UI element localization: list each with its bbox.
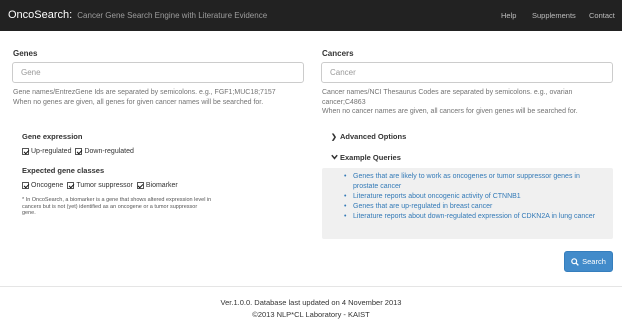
note-line: * In OncoSearch, a biomarker is a gene t… — [22, 197, 212, 203]
advanced-options-toggle[interactable]: ❯ Advanced Options — [331, 132, 406, 141]
search-button-label: Search — [582, 257, 606, 266]
checkbox-label: Up-regulated — [31, 148, 72, 155]
search-button[interactable]: Search — [564, 251, 613, 272]
brand[interactable]: OncoSearch: Cancer Gene Search Engine wi… — [8, 9, 267, 21]
checkbox-label: Tumor suppressor — [76, 182, 133, 189]
nav-supplements-link[interactable]: Supplements — [532, 11, 576, 20]
gene-expression-options: Up-regulated Down-regulated — [22, 148, 138, 155]
checkbox-label: Down-regulated — [84, 148, 134, 155]
footer-divider — [0, 286, 622, 287]
example-queries-label: Example Queries — [340, 153, 401, 162]
cancers-label: Cancers — [322, 49, 354, 58]
cancers-input[interactable] — [321, 62, 613, 83]
tumor-suppressor-checkbox[interactable] — [67, 182, 75, 189]
example-queries-toggle[interactable]: Example Queries — [331, 153, 401, 162]
genes-help: Gene names/EntrezGene Ids are separated … — [13, 88, 308, 107]
query-text: Genes that are likely to work as oncogen… — [353, 173, 580, 180]
footer-version: Ver.1.0.0. Database last updated on 4 No… — [220, 298, 402, 307]
cancers-help-line: cancer;C4863 — [322, 98, 366, 106]
brand-name: OncoSearch: — [8, 9, 73, 21]
top-navbar: OncoSearch: Cancer Gene Search Engine wi… — [0, 0, 622, 31]
example-queries-list: Genes that are likely to work as oncogen… — [340, 172, 600, 222]
checkbox-label: Biomarker — [145, 182, 178, 189]
example-query-link[interactable]: Genes that are likely to work as oncogen… — [340, 172, 600, 192]
footer-copyright: ©2013 NLP*CL Laboratory - KAIST — [252, 310, 370, 319]
genes-help-line: Gene names/EntrezGene Ids are separated … — [13, 89, 276, 96]
chevron-down-icon — [331, 154, 340, 162]
note-line: gene. — [22, 210, 36, 216]
gene-expression-title: Gene expression — [22, 132, 83, 141]
advanced-options-label: Advanced Options — [340, 132, 407, 141]
checkbox-label: Oncogene — [31, 182, 64, 189]
search-icon — [571, 257, 579, 266]
down-regulated-checkbox[interactable] — [75, 148, 83, 155]
biomarker-note: * In OncoSearch, a biomarker is a gene t… — [22, 197, 237, 217]
biomarker-checkbox[interactable] — [136, 182, 144, 189]
query-text: prostate cancer — [353, 183, 402, 190]
nav-contact-link[interactable]: Contact — [589, 11, 615, 20]
cancers-help-line: When no cancer names are given, all canc… — [322, 108, 578, 115]
example-query-link[interactable]: Literature reports about down-regulated … — [340, 212, 600, 222]
genes-input[interactable] — [12, 62, 304, 83]
gene-classes-title: Expected gene classes — [22, 166, 105, 175]
up-regulated-checkbox[interactable] — [22, 148, 29, 155]
cancers-help-line: Cancer names/NCI Thesaurus Codes are sep… — [322, 89, 573, 96]
brand-tagline: Cancer Gene Search Engine with Literatur… — [77, 11, 268, 20]
cancers-help: Cancer names/NCI Thesaurus Codes are sep… — [322, 88, 617, 117]
genes-label: Genes — [13, 49, 38, 58]
oncogene-checkbox[interactable] — [22, 182, 29, 189]
genes-help-line: When no genes are given, all genes for g… — [13, 98, 264, 106]
nav-help-link[interactable]: Help — [501, 11, 516, 20]
example-query-link[interactable]: Genes that are up-regulated in breast ca… — [340, 202, 600, 212]
chevron-right-icon: ❯ — [331, 134, 337, 141]
example-query-link[interactable]: Literature reports about oncogenic activ… — [340, 192, 600, 202]
gene-classes-options: Oncogene Tumor suppressor Biomarker — [22, 182, 182, 189]
